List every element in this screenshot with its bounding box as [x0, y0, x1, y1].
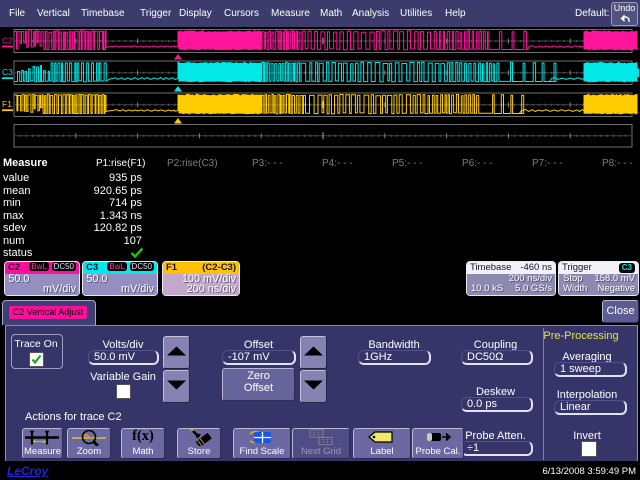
svg-text:C2: C2 [2, 36, 13, 46]
svg-text:F1: F1 [2, 99, 12, 109]
svg-text:C3: C3 [2, 67, 13, 77]
